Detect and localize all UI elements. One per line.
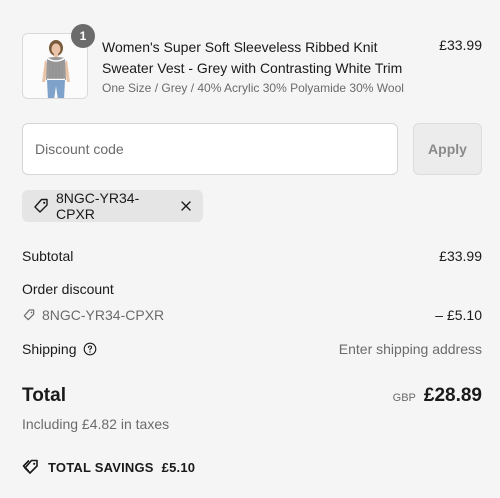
total-label: Total [22,385,66,406]
currency-code: GBP [392,392,416,404]
line-item: 1 Women's Super Soft Sleeveless Ribbed K… [22,24,482,99]
order-discount-label: Order discount [22,281,114,297]
subtotal-value: £33.99 [439,248,482,264]
quantity-badge: 1 [71,24,95,48]
shipping-row: Shipping Enter shipping address [22,341,482,357]
tag-icon [32,197,50,215]
order-discount-code-row: 8NGC-YR34-CPXR – £5.10 [22,307,482,323]
applied-code-label: 8NGC-YR34-CPXR [56,190,140,222]
product-variant: One Size / Grey / 40% Acrylic 30% Polyam… [102,81,404,95]
savings-label: TOTAL SAVINGS [48,459,154,475]
applied-discount-chip: 8NGC-YR34-CPXR [22,190,203,222]
order-discount-code: 8NGC-YR34-CPXR [42,307,165,323]
shipping-value: Enter shipping address [338,341,482,357]
info-icon[interactable] [83,342,97,356]
total-amount: GBP £28.89 [393,385,482,407]
total-value: £28.89 [423,385,482,406]
savings-value: £5.10 [161,459,196,475]
subtotal-row: Subtotal £33.99 [22,248,482,264]
close-icon[interactable] [179,199,193,213]
product-title: Women's Super Soft Sleeveless Ribbed Kni… [102,39,403,76]
discount-code-input[interactable] [22,123,398,175]
tax-note: Including £4.82 in taxes [22,416,170,432]
product-price: £33.99 [439,37,482,53]
order-discount-row: Order discount [22,281,482,297]
subtotal-label: Subtotal [22,248,74,264]
savings-tag-icon [22,458,40,476]
shipping-label: Shipping [22,341,77,357]
tag-icon [22,308,36,322]
total-savings: TOTAL SAVINGS £5.10 [22,458,195,476]
apply-button[interactable]: Apply [413,123,482,175]
order-discount-value: – £5.10 [435,307,482,323]
